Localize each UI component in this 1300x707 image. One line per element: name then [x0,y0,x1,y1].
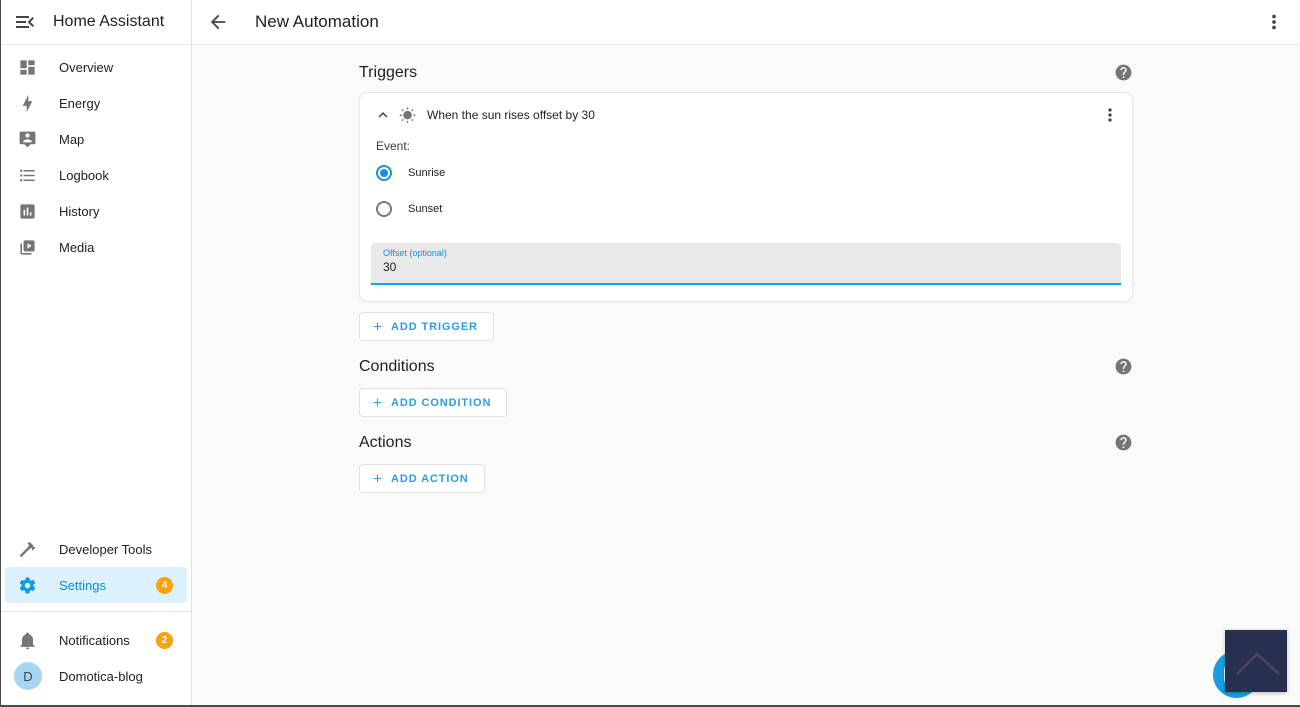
triggers-title: Triggers [359,63,418,81]
trigger-menu-button[interactable] [1100,105,1120,125]
conditions-help-icon[interactable] [1114,357,1133,376]
sunset-radio[interactable] [376,201,392,217]
sidebar-item-map[interactable]: Map [5,121,187,157]
event-label: Event: [376,139,411,153]
avatar: D [14,662,42,690]
hammer-icon [18,540,37,559]
sidebar-item-overview[interactable]: Overview [5,49,187,85]
play-box-icon [18,238,37,257]
sunrise-radio[interactable] [376,165,392,181]
sidebar-item-media[interactable]: Media [5,229,187,265]
radio-option-sunset[interactable]: Sunset [376,191,1132,227]
triggers-help-icon[interactable] [1114,63,1133,82]
sidebar-divider [1,611,191,612]
sidebar-item-settings[interactable]: Settings 4 [5,567,187,603]
actions-title: Actions [359,433,412,451]
add-action-label: ADD ACTION [391,472,469,485]
sidebar-toggle-button[interactable] [13,10,37,34]
sidebar-item-label: Notifications [59,632,130,648]
sidebar-item-label: Overview [59,59,114,75]
trigger-card-header: When the sun rises offset by 30 [360,93,1132,129]
trigger-card-title: When the sun rises offset by 30 [427,108,595,122]
plus-icon [371,320,384,333]
conditions-section-header: Conditions [359,357,1133,376]
add-action-button[interactable]: ADD ACTION [359,464,485,493]
page-title: New Automation [255,12,379,31]
gear-icon [18,576,37,595]
add-trigger-button[interactable]: ADD TRIGGER [359,312,494,341]
offset-input[interactable] [383,258,1109,274]
main-area: New Automation Triggers When the sun ris… [192,0,1300,705]
add-condition-label: ADD CONDITION [391,396,492,409]
chevron-up-icon[interactable] [374,106,392,124]
sidebar-item-label: Settings [59,577,106,593]
page-header: New Automation [192,0,1300,45]
sidebar-item-profile[interactable]: D Domotica-blog [5,658,187,694]
bell-icon [18,631,37,650]
list-bulleted-icon [18,166,37,185]
sidebar-item-label: Map [59,131,85,147]
back-button[interactable] [206,10,230,34]
sidebar: Home Assistant Overview Energy Map Logbo… [1,0,192,705]
map-person-icon [18,130,37,149]
sidebar-item-notifications[interactable]: Notifications 2 [5,622,187,658]
radio-option-sunrise[interactable]: Sunrise [376,155,1132,191]
offset-field-label: Offset (optional) [383,248,447,258]
sidebar-bottom: Developer Tools Settings 4 Notifications… [1,531,191,694]
radio-label: Sunrise [408,167,446,179]
notifications-badge: 2 [156,631,173,649]
sidebar-item-label: Logbook [59,167,109,183]
conditions-title: Conditions [359,357,435,375]
domotica-blog-logo [1225,630,1287,692]
sidebar-item-logbook[interactable]: Logbook [5,157,187,193]
actions-help-icon[interactable] [1114,433,1133,452]
sidebar-nav: Overview Energy Map Logbook History Medi… [1,45,191,265]
offset-field[interactable]: Offset (optional) [371,243,1121,285]
sidebar-item-label: Energy [59,95,101,111]
triggers-section-header: Triggers [359,63,1133,82]
lightning-bolt-icon [18,94,37,113]
sidebar-item-history[interactable]: History [5,193,187,229]
content-scroll[interactable]: Triggers When the sun rises offset by 30 [192,45,1300,705]
chart-box-icon [18,202,37,221]
app-window: Home Assistant Overview Energy Map Logbo… [1,0,1300,705]
settings-badge: 4 [156,576,173,594]
trigger-card: When the sun rises offset by 30 Event: S… [359,92,1133,302]
overflow-menu-button[interactable] [1262,10,1286,34]
radio-label: Sunset [408,203,443,215]
plus-icon [371,396,384,409]
plus-icon [371,472,384,485]
roof-outline [1236,652,1280,675]
add-trigger-label: ADD TRIGGER [391,320,478,333]
sidebar-item-label: History [59,203,100,219]
profile-name: Domotica-blog [59,668,143,684]
app-title: Home Assistant [53,13,165,30]
sidebar-item-label: Media [59,239,95,255]
sidebar-item-developer-tools[interactable]: Developer Tools [5,531,187,567]
sidebar-item-energy[interactable]: Energy [5,85,187,121]
actions-section-header: Actions [359,433,1133,452]
sidebar-header: Home Assistant [1,0,191,45]
dashboard-icon [18,58,37,77]
sidebar-item-label: Developer Tools [59,541,152,557]
sun-icon [399,106,416,124]
add-condition-button[interactable]: ADD CONDITION [359,388,508,417]
